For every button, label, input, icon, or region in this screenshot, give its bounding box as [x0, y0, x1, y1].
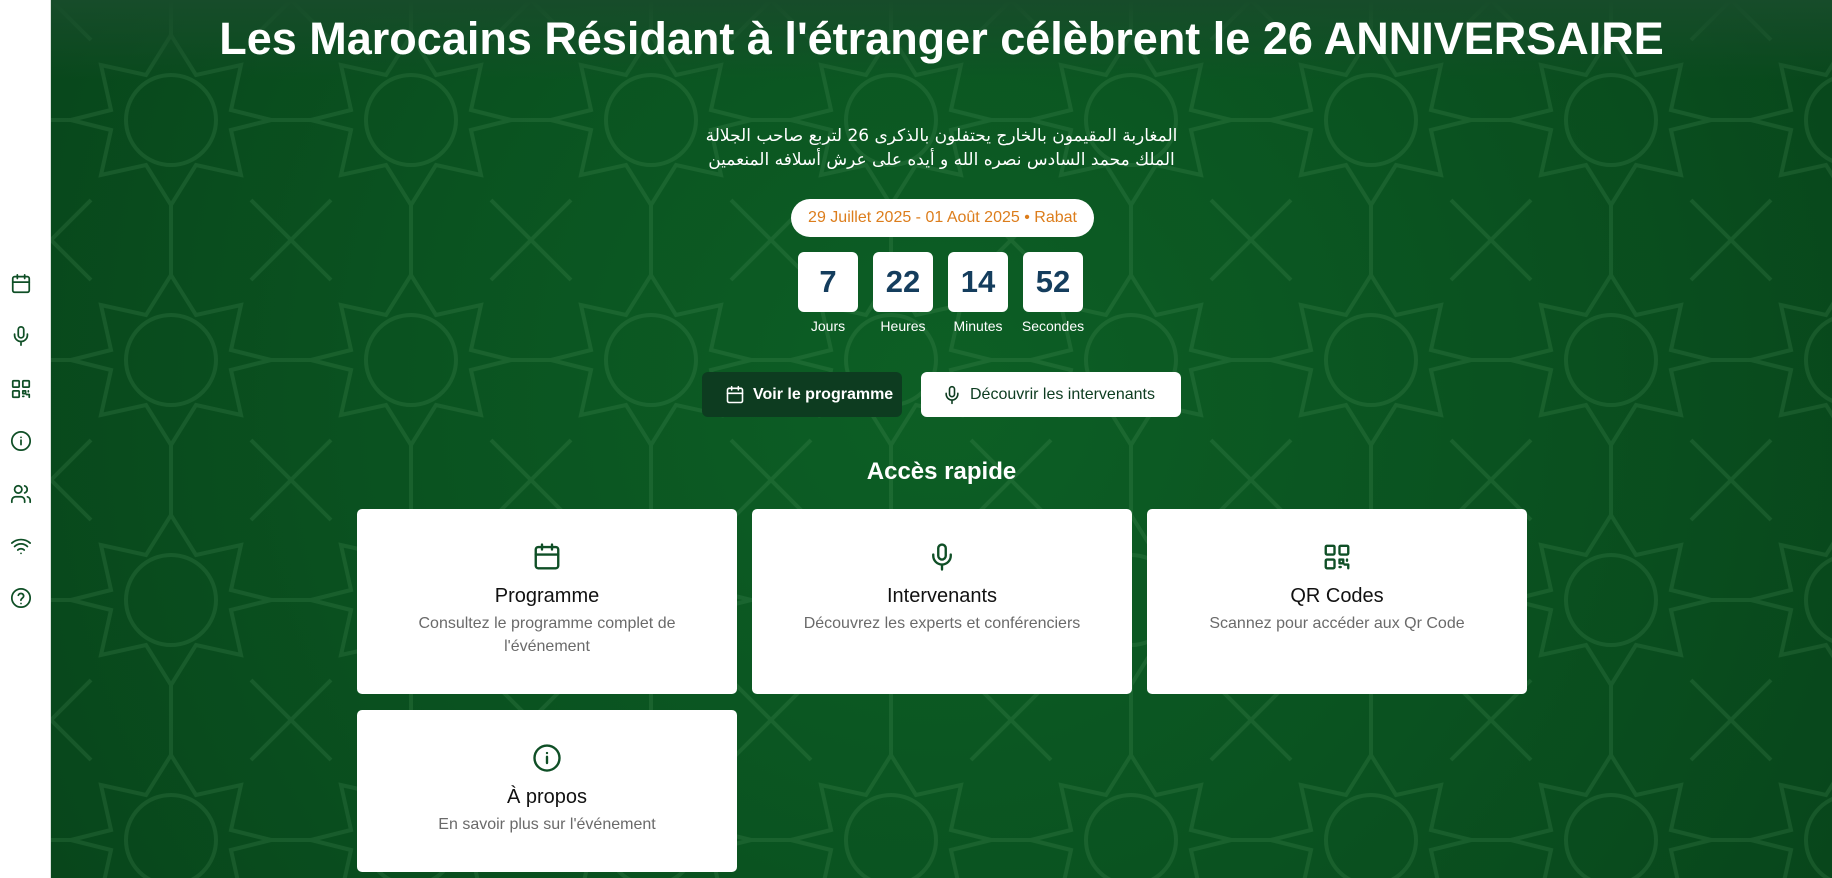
microphone-icon: [945, 385, 959, 404]
calendar-icon[interactable]: [6, 269, 36, 299]
arabic-subtitle: المغاربة المقيمون بالخارج يحتفلون بالذكر…: [51, 124, 1832, 172]
countdown-minutes-value: 14: [948, 252, 1008, 312]
countdown-days-value: 7: [798, 252, 858, 312]
calendar-icon: [726, 385, 744, 403]
page-title: Les Marocains Résidant à l'étranger célè…: [219, 13, 1664, 64]
speakers-card-description: Découvrez les experts et conférenciers: [803, 615, 1081, 632]
quick-access-title: Accès rapide: [866, 458, 1017, 485]
about-card[interactable]: À propos En savoir plus sur l'événement: [357, 710, 737, 872]
speakers-card[interactable]: Intervenants Découvrez les experts et co…: [752, 509, 1132, 694]
event-date-location: 29 Juillet 2025 - 01 Août 2025 • Rabat: [791, 199, 1094, 237]
microphone-icon: [932, 543, 952, 571]
countdown-minutes-label: Minutes: [953, 318, 1003, 334]
programme-card-title: Programme: [494, 585, 600, 607]
qr-codes-card-description: Scannez pour accéder aux Qr Code: [1209, 615, 1465, 632]
users-icon[interactable]: [6, 479, 36, 509]
speakers-card-title: Intervenants: [886, 585, 998, 607]
about-card-title: À propos: [506, 786, 588, 808]
info-icon: [533, 744, 561, 772]
qr-codes-card[interactable]: QR Codes Scannez pour accéder aux Qr Cod…: [1147, 509, 1527, 694]
arabic-subtitle-line-2: الملك محمد السادس نصره الله و أيده على ع…: [708, 150, 1175, 170]
countdown-hours-value: 22: [873, 252, 933, 312]
countdown-days-label: Jours: [810, 318, 846, 334]
discover-speakers-label: Découvrir les intervenants: [970, 385, 1155, 403]
help-icon[interactable]: [6, 583, 36, 613]
countdown-seconds-value: 52: [1023, 252, 1083, 312]
info-icon[interactable]: [6, 426, 36, 456]
countdown-seconds-label: Secondes: [1021, 318, 1085, 334]
main-content: Les Marocains Résidant à l'étranger célè…: [51, 0, 1832, 878]
countdown-hours-label: Heures: [880, 318, 926, 334]
programme-card-description: Consultez le programme complet de l'évén…: [418, 615, 676, 655]
wifi-icon[interactable]: [6, 531, 36, 561]
qr-codes-card-title: QR Codes: [1290, 585, 1384, 607]
microphone-icon[interactable]: [6, 321, 36, 351]
qr-code-icon[interactable]: [6, 374, 36, 404]
about-card-description: En savoir plus sur l'événement: [438, 816, 656, 833]
discover-speakers-button[interactable]: Découvrir les intervenants: [921, 372, 1181, 417]
sidebar: [0, 0, 51, 878]
programme-card[interactable]: Programme Consultez le programme complet…: [357, 509, 737, 694]
view-programme-button[interactable]: Voir le programme: [702, 372, 902, 417]
qr-code-icon: [1324, 544, 1350, 570]
arabic-subtitle-line-1: المغاربة المقيمون بالخارج يحتفلون بالذكر…: [705, 126, 1178, 146]
hero-section: Les Marocains Résidant à l'étranger célè…: [51, 0, 1832, 878]
view-programme-label: Voir le programme: [753, 385, 894, 403]
calendar-icon: [534, 543, 560, 570]
